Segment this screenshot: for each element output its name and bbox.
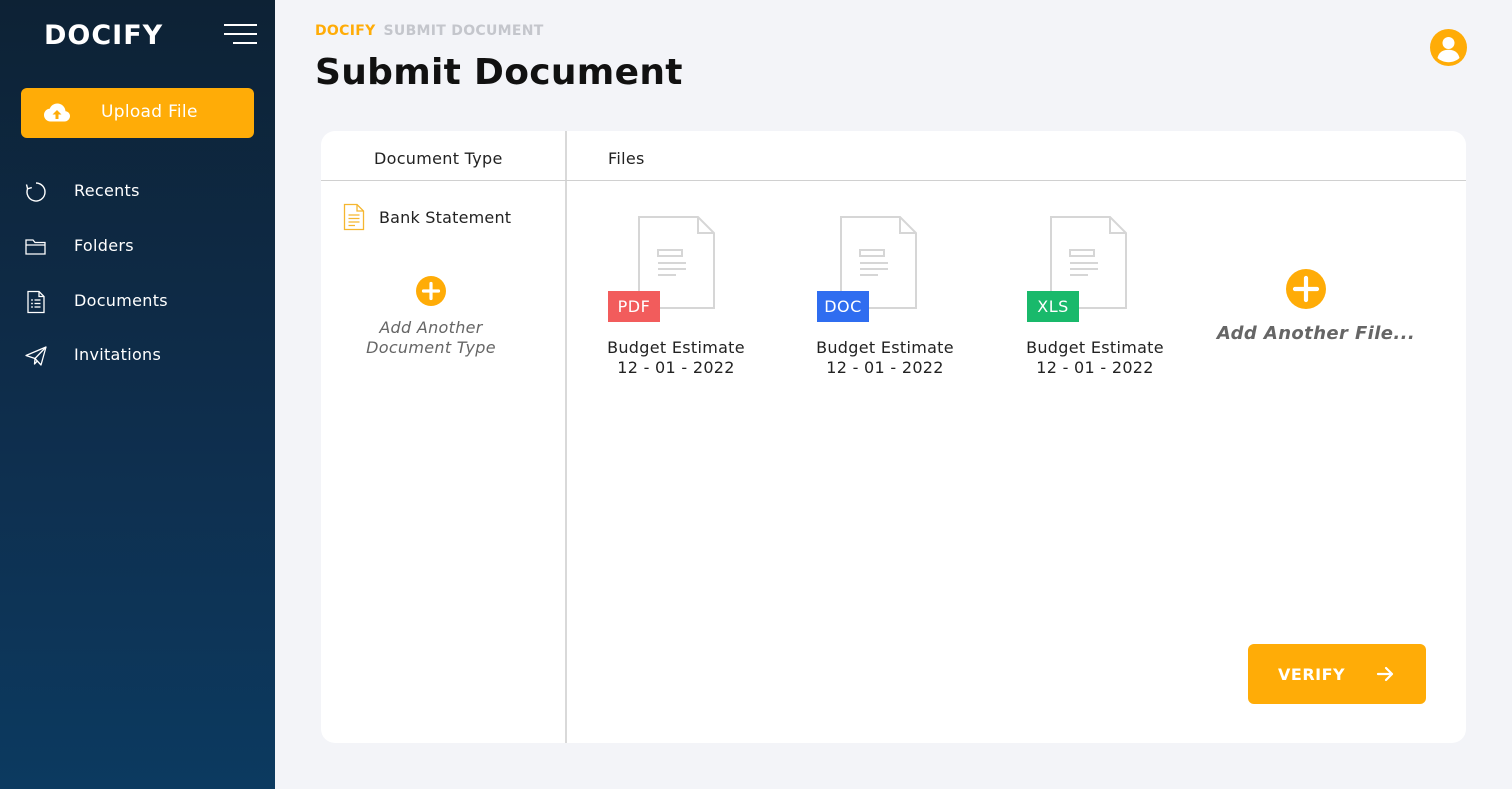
- upload-file-button[interactable]: Upload File: [21, 88, 254, 138]
- column-divider: [565, 131, 567, 743]
- paper-plane-icon: [25, 346, 47, 366]
- sidebar-item-folders[interactable]: Folders: [0, 227, 275, 267]
- sidebar-item-label: Documents: [74, 291, 168, 310]
- sidebar: DOCIFY Upload File Recents Folders Docum…: [0, 0, 275, 789]
- sidebar-item-documents[interactable]: Documents: [0, 282, 275, 322]
- header-divider: [321, 180, 1466, 181]
- user-avatar-icon[interactable]: [1430, 29, 1467, 66]
- arrow-right-icon: [1376, 666, 1394, 682]
- file-name: Budget Estimate: [816, 338, 954, 357]
- document-list-icon: [27, 290, 45, 314]
- app-logo[interactable]: DOCIFY: [44, 20, 163, 51]
- file-tile-pdf[interactable]: PDF Budget Estimate 12 - 01 - 2022: [607, 216, 778, 386]
- sidebar-item-label: Folders: [74, 236, 134, 255]
- file-name: Budget Estimate: [1026, 338, 1164, 357]
- document-icon: [343, 203, 365, 231]
- file-date: 12 - 01 - 2022: [826, 358, 944, 377]
- file-type-badge: PDF: [608, 291, 660, 322]
- sidebar-item-recents[interactable]: Recents: [0, 172, 275, 212]
- add-another-file-button[interactable]: Add Another File...: [1216, 268, 1416, 348]
- submit-document-card: Document Type Files Bank Statement Add A…: [321, 131, 1466, 743]
- plus-circle-icon: [416, 276, 446, 306]
- add-document-type-label: Add Another Document Type: [341, 318, 521, 358]
- add-document-type-label-line1: Add Another: [379, 318, 483, 337]
- plus-circle-icon: [1286, 269, 1326, 309]
- refresh-icon: [25, 182, 46, 202]
- files-header: Files: [608, 149, 645, 168]
- breadcrumb-home-link[interactable]: DOCIFY: [315, 23, 376, 39]
- cloud-upload-icon: [44, 103, 70, 122]
- sidebar-item-invitations[interactable]: Invitations: [0, 336, 275, 376]
- file-type-badge: XLS: [1027, 291, 1079, 322]
- verify-label: VERIFY: [1278, 665, 1346, 684]
- add-another-file-label: Add Another File...: [1216, 323, 1416, 344]
- breadcrumb-current: SUBMIT DOCUMENT: [383, 23, 544, 39]
- doc-type-item-bank-statement[interactable]: Bank Statement: [343, 201, 553, 235]
- folder-icon: [25, 239, 46, 255]
- add-document-type-label-line2: Document Type: [366, 338, 496, 357]
- file-date: 12 - 01 - 2022: [1036, 358, 1154, 377]
- hamburger-menu-icon[interactable]: [224, 24, 257, 46]
- verify-button[interactable]: VERIFY: [1248, 644, 1426, 704]
- sidebar-item-label: Invitations: [74, 345, 162, 364]
- file-name: Budget Estimate: [607, 338, 745, 357]
- file-tile-xls[interactable]: XLS Budget Estimate 12 - 01 - 2022: [1026, 216, 1197, 386]
- file-type-badge: DOC: [817, 291, 869, 322]
- add-document-type-button[interactable]: Add Another Document Type: [341, 274, 521, 364]
- file-tile-doc[interactable]: DOC Budget Estimate 12 - 01 - 2022: [816, 216, 987, 386]
- page-title: Submit Document: [315, 52, 683, 93]
- document-type-header: Document Type: [374, 149, 503, 168]
- file-date: 12 - 01 - 2022: [617, 358, 735, 377]
- upload-file-label: Upload File: [101, 102, 198, 122]
- breadcrumb: DOCIFY SUBMIT DOCUMENT: [315, 23, 544, 39]
- sidebar-item-label: Recents: [74, 181, 140, 200]
- doc-type-label: Bank Statement: [379, 208, 512, 227]
